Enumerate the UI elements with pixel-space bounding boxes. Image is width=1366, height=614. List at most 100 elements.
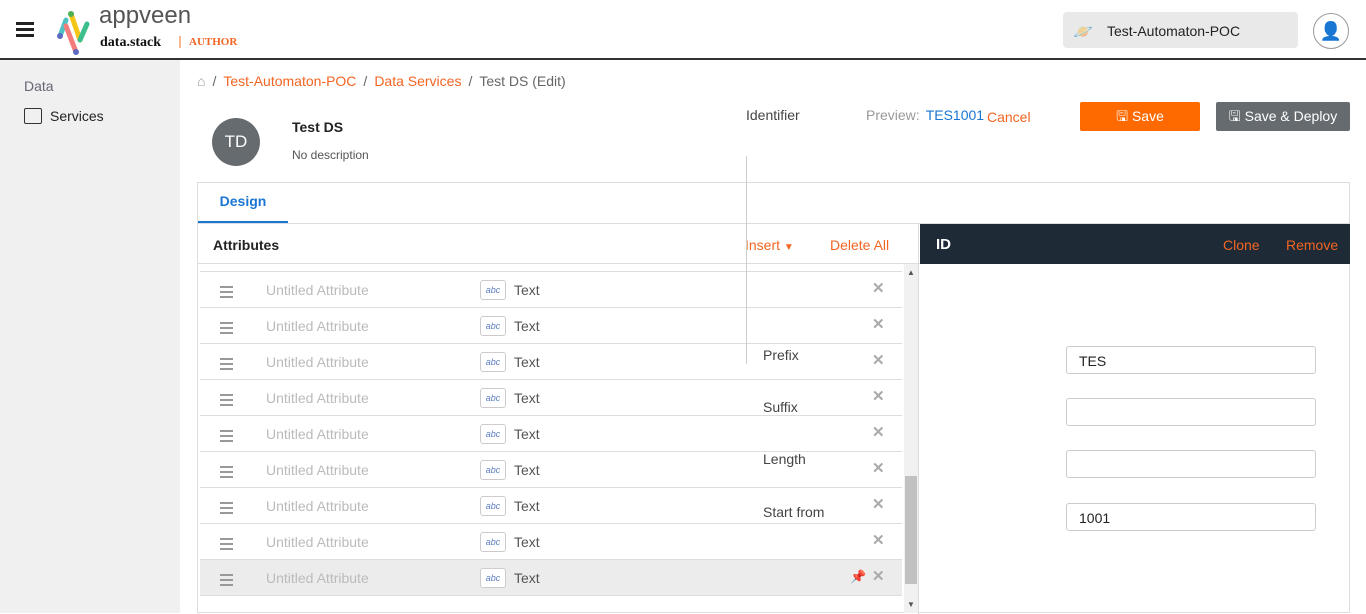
- breadcrumb-data-services[interactable]: Data Services: [374, 73, 461, 89]
- scrollbar[interactable]: ▲ ▼: [904, 264, 918, 613]
- remove-button[interactable]: Remove: [1286, 237, 1338, 253]
- remove-attribute-icon[interactable]: ✕: [872, 351, 885, 369]
- text-type-icon: abc: [480, 424, 506, 444]
- text-type-icon: abc: [480, 532, 506, 552]
- text-type-icon: abc: [480, 496, 506, 516]
- attribute-row[interactable]: Untitled Attribute abc Text ✕: [200, 272, 902, 308]
- attribute-row[interactable]: Untitled Attribute abc Text 📌 ✕: [200, 560, 902, 596]
- scroll-up-icon[interactable]: ▲: [907, 268, 915, 277]
- home-icon[interactable]: ⌂: [197, 73, 205, 89]
- sidebar: Data Services: [0, 60, 180, 613]
- planet-icon: 🪐: [1073, 24, 1093, 41]
- user-icon: 👤: [1319, 21, 1343, 41]
- tab-design[interactable]: Design: [198, 183, 288, 224]
- product-name: data.stack: [100, 35, 162, 50]
- text-type-icon: abc: [480, 388, 506, 408]
- attribute-row[interactable]: Untitled Attribute abc Text ✕: [200, 308, 902, 344]
- brand-name: appveen: [99, 2, 192, 29]
- service-avatar: TD: [212, 118, 260, 166]
- sidebar-heading: Data: [24, 78, 54, 94]
- remove-attribute-icon[interactable]: ✕: [872, 423, 885, 441]
- remove-attribute-icon[interactable]: ✕: [872, 531, 885, 549]
- appveen-logo: [57, 11, 90, 55]
- drag-handle-icon[interactable]: [220, 538, 233, 553]
- pin-icon[interactable]: 📌: [850, 569, 866, 585]
- attribute-row[interactable]: Untitled Attribute abc Text ✕: [200, 264, 902, 272]
- user-avatar-button[interactable]: 👤: [1313, 13, 1349, 49]
- save-label: Save: [1131, 108, 1164, 124]
- services-icon: [24, 108, 42, 124]
- service-description: No description: [292, 148, 369, 162]
- field-label: Start from: [763, 504, 825, 520]
- attribute-type[interactable]: Text: [514, 570, 540, 586]
- attribute-row[interactable]: Untitled Attribute abc Text ✕: [200, 416, 902, 452]
- drag-handle-icon[interactable]: [220, 286, 233, 301]
- drag-handle-icon[interactable]: [220, 264, 233, 265]
- id-panel-title: ID: [936, 236, 951, 253]
- attribute-type[interactable]: Text: [514, 318, 540, 334]
- attribute-name[interactable]: Untitled Attribute: [266, 498, 369, 514]
- attribute-type[interactable]: Text: [514, 462, 540, 478]
- scroll-down-icon[interactable]: ▼: [907, 600, 915, 609]
- remove-attribute-icon[interactable]: ✕: [872, 567, 885, 585]
- drag-handle-icon[interactable]: [220, 394, 233, 409]
- text-type-icon: abc: [480, 568, 506, 588]
- delete-all-button[interactable]: Delete All: [830, 237, 889, 253]
- attribute-type[interactable]: Text: [514, 390, 540, 406]
- attribute-row[interactable]: Untitled Attribute abc Text ✕: [200, 524, 902, 560]
- service-name: Test DS: [292, 119, 344, 135]
- insert-label: Insert: [745, 237, 781, 253]
- attribute-type[interactable]: Text: [514, 426, 540, 442]
- field-label: Length: [763, 451, 806, 467]
- drag-handle-icon[interactable]: [220, 574, 233, 589]
- drag-handle-icon[interactable]: [220, 502, 233, 517]
- attribute-type[interactable]: Text: [514, 282, 540, 298]
- field-input[interactable]: TES: [1066, 346, 1316, 374]
- id-panel-header: ID Clone Remove: [920, 224, 1350, 264]
- remove-attribute-icon[interactable]: ✕: [872, 315, 885, 333]
- attribute-name[interactable]: Untitled Attribute: [266, 354, 369, 370]
- attribute-name[interactable]: Untitled Attribute: [266, 570, 369, 586]
- field-label: Suffix: [763, 399, 798, 415]
- attribute-type[interactable]: Text: [514, 498, 540, 514]
- cancel-button[interactable]: Cancel: [987, 109, 1031, 125]
- text-type-icon: abc: [480, 460, 506, 480]
- save-button[interactable]: 🖫 Save: [1080, 102, 1200, 131]
- text-type-icon: abc: [480, 316, 506, 336]
- attribute-name[interactable]: Untitled Attribute: [266, 462, 369, 478]
- field-input[interactable]: [1066, 450, 1316, 478]
- clone-button[interactable]: Clone: [1223, 237, 1260, 253]
- insert-dropdown[interactable]: Insert ▼: [745, 237, 794, 253]
- scrollbar-thumb[interactable]: [905, 476, 917, 584]
- drag-handle-icon[interactable]: [220, 322, 233, 337]
- app-selector[interactable]: 🪐 Test-Automaton-POC: [1063, 12, 1298, 48]
- attribute-type[interactable]: Text: [514, 354, 540, 370]
- text-type-icon: abc: [480, 352, 506, 372]
- attribute-name[interactable]: Untitled Attribute: [266, 426, 369, 442]
- attribute-list: Untitled Attribute abc Text ✕ Untitled A…: [198, 264, 904, 613]
- sidebar-item-services[interactable]: Services: [24, 108, 104, 124]
- field-input[interactable]: 1001: [1066, 503, 1316, 531]
- field-input[interactable]: [1066, 398, 1316, 426]
- attribute-name[interactable]: Untitled Attribute: [266, 534, 369, 550]
- preview-label: Preview:: [866, 107, 920, 123]
- remove-attribute-icon[interactable]: ✕: [872, 387, 885, 405]
- identifier-label: Identifier: [746, 107, 800, 123]
- drag-handle-icon[interactable]: [220, 430, 233, 445]
- app-name: Test-Automaton-POC: [1107, 23, 1241, 39]
- text-type-icon: abc: [480, 280, 506, 300]
- menu-icon[interactable]: [16, 22, 34, 40]
- attribute-name[interactable]: Untitled Attribute: [266, 318, 369, 334]
- remove-attribute-icon[interactable]: ✕: [872, 495, 885, 513]
- attribute-type[interactable]: Text: [514, 534, 540, 550]
- remove-attribute-icon[interactable]: ✕: [872, 279, 885, 297]
- save-deploy-button[interactable]: 🖫 Save & Deploy: [1216, 102, 1350, 131]
- remove-attribute-icon[interactable]: ✕: [872, 459, 885, 477]
- drag-handle-icon[interactable]: [220, 358, 233, 373]
- drag-handle-icon[interactable]: [220, 466, 233, 481]
- top-header: appveen data.stack AUTHOR 🪐 Test-Automato…: [0, 0, 1366, 60]
- attribute-name[interactable]: Untitled Attribute: [266, 390, 369, 406]
- attribute-name[interactable]: Untitled Attribute: [266, 282, 369, 298]
- breadcrumb-current: Test DS (Edit): [479, 73, 566, 89]
- breadcrumb-app[interactable]: Test-Automaton-POC: [223, 73, 356, 89]
